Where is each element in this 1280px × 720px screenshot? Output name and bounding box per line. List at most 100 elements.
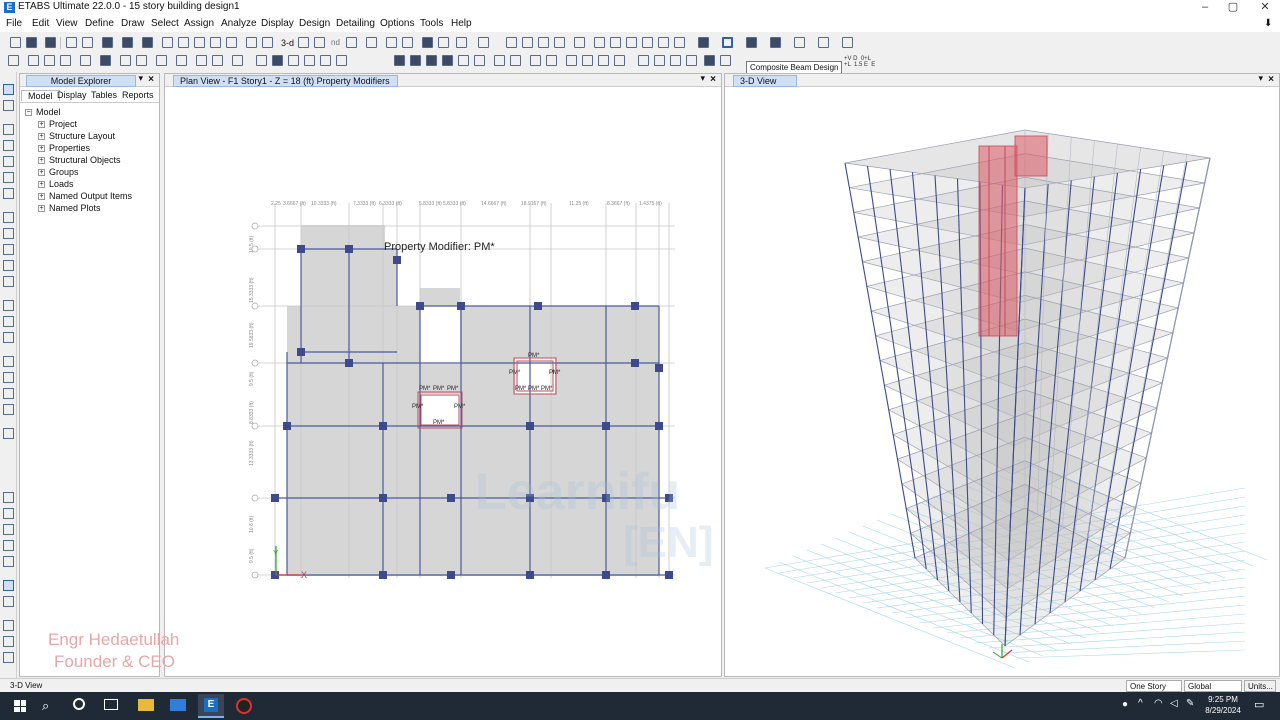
3d-view-canvas[interactable] bbox=[725, 88, 1279, 676]
assign-diaphragm-icon[interactable] bbox=[336, 55, 347, 66]
draw-area-tool-icon[interactable] bbox=[3, 316, 14, 327]
tree-item-named-plots[interactable]: + Named Plots bbox=[38, 203, 101, 213]
assign-shell-icon[interactable] bbox=[288, 55, 299, 66]
draw-rectangle-icon[interactable] bbox=[3, 228, 14, 239]
units-button[interactable]: Units... bbox=[1244, 680, 1276, 692]
plan-view-panel[interactable]: Plan View - F1 Story1 - Z = 18 (ft) Prop… bbox=[164, 73, 722, 677]
draw-area-icon[interactable] bbox=[626, 37, 637, 48]
snap-extension-icon[interactable] bbox=[3, 636, 14, 647]
view-options-icon[interactable] bbox=[366, 37, 377, 48]
draw-grid-tool-icon[interactable] bbox=[3, 372, 14, 383]
snap-intersections-icon[interactable] bbox=[3, 524, 14, 535]
move-down-story-icon[interactable] bbox=[402, 37, 413, 48]
tree-item-project[interactable]: + Project bbox=[38, 119, 77, 129]
assign-frame-icon[interactable] bbox=[272, 55, 283, 66]
mesh-icon[interactable] bbox=[232, 55, 243, 66]
draw-frame-icon[interactable] bbox=[506, 37, 517, 48]
show-forces-icon[interactable] bbox=[654, 55, 665, 66]
merge-icon[interactable] bbox=[196, 55, 207, 66]
draw-floor-icon[interactable] bbox=[3, 212, 14, 223]
shear-wall-design-icon[interactable] bbox=[770, 37, 781, 48]
snap-parallel-icon[interactable] bbox=[3, 652, 14, 663]
split-icon[interactable] bbox=[136, 55, 147, 66]
volume-icon[interactable]: ◁ bbox=[1170, 698, 1178, 709]
draw-link-icon[interactable] bbox=[3, 356, 14, 367]
composite-beam-design-icon[interactable] bbox=[722, 37, 733, 48]
draw-brace-tool-icon[interactable] bbox=[3, 172, 14, 183]
draw-beam-icon[interactable] bbox=[538, 37, 549, 48]
snap-perpendicular-icon[interactable] bbox=[3, 540, 14, 551]
pier-label-icon[interactable] bbox=[582, 55, 593, 66]
draw-column-tool-icon[interactable] bbox=[3, 156, 14, 167]
menu-help[interactable]: Help bbox=[451, 18, 472, 29]
recorder-icon[interactable] bbox=[236, 698, 252, 714]
nd-label[interactable]: nd bbox=[331, 38, 340, 47]
snap-points-icon[interactable] bbox=[3, 492, 14, 503]
story-selector[interactable]: One Story bbox=[1126, 680, 1182, 692]
steel-frame-design-icon[interactable] bbox=[698, 37, 709, 48]
snap-fine-grid-icon[interactable] bbox=[3, 596, 14, 607]
undo-icon[interactable] bbox=[66, 37, 77, 48]
3d-view-menu-icon[interactable]: ▾ bbox=[1258, 73, 1263, 84]
clock-time[interactable]: 9:25 PM bbox=[1200, 695, 1246, 704]
load-pattern-icon[interactable] bbox=[494, 55, 505, 66]
diaphragm-icon[interactable] bbox=[566, 55, 577, 66]
spandrel-label-icon[interactable] bbox=[598, 55, 609, 66]
minimize-button[interactable]: – bbox=[1190, 0, 1220, 16]
draw-wall-icon[interactable] bbox=[574, 37, 585, 48]
menu-options[interactable]: Options bbox=[380, 18, 414, 29]
xy-view-icon[interactable] bbox=[298, 37, 309, 48]
assign-joint-icon[interactable] bbox=[256, 55, 267, 66]
show-tables-icon[interactable] bbox=[704, 55, 715, 66]
extrude-icon[interactable] bbox=[156, 55, 167, 66]
menu-view[interactable]: View bbox=[56, 18, 78, 29]
menu-display[interactable]: Display bbox=[261, 18, 294, 29]
show-plot-icon[interactable] bbox=[720, 55, 731, 66]
show-results-icon[interactable] bbox=[638, 55, 649, 66]
spring-property-icon[interactable] bbox=[474, 55, 485, 66]
join-icon[interactable] bbox=[212, 55, 223, 66]
people-icon[interactable]: ● bbox=[1122, 699, 1128, 710]
menu-file[interactable]: File bbox=[6, 18, 22, 29]
mail-icon[interactable] bbox=[170, 699, 186, 711]
menu-select[interactable]: Select bbox=[151, 18, 179, 29]
replicate-icon[interactable] bbox=[60, 55, 71, 66]
close-button[interactable]: ✕ bbox=[1250, 0, 1280, 16]
pen-icon[interactable]: ✎ bbox=[1186, 698, 1194, 709]
pan-icon[interactable] bbox=[246, 37, 257, 48]
draw-column-icon[interactable] bbox=[522, 37, 533, 48]
draw-dimension-line-icon[interactable] bbox=[3, 428, 14, 439]
task-view-icon[interactable] bbox=[104, 699, 118, 710]
draw-wall-tool-icon[interactable] bbox=[3, 276, 14, 287]
tray-chevron-icon[interactable]: ^ bbox=[1138, 698, 1143, 709]
check-icon[interactable] bbox=[8, 55, 19, 66]
menu-design[interactable]: Design bbox=[299, 18, 330, 29]
save-icon[interactable] bbox=[45, 37, 56, 48]
delete-icon[interactable] bbox=[100, 55, 111, 66]
restore-full-view-icon[interactable] bbox=[178, 37, 189, 48]
tree-item-structure-layout[interactable]: + Structure Layout bbox=[38, 131, 115, 141]
draw-tendon-icon[interactable] bbox=[3, 404, 14, 415]
maximize-button[interactable]: ▢ bbox=[1218, 0, 1248, 16]
clock-date[interactable]: 8/29/2024 bbox=[1200, 706, 1246, 715]
run-analysis-icon[interactable] bbox=[142, 37, 153, 48]
link-property-icon[interactable] bbox=[458, 55, 469, 66]
download-icon[interactable]: ⬇ bbox=[1264, 18, 1272, 29]
menu-detailing[interactable]: Detailing bbox=[336, 18, 375, 29]
slab-design-icon[interactable] bbox=[794, 37, 805, 48]
lock-icon[interactable] bbox=[122, 37, 133, 48]
show-stresses-icon[interactable] bbox=[670, 55, 681, 66]
assign-load-icon[interactable] bbox=[304, 55, 315, 66]
object-shrink-icon[interactable] bbox=[478, 37, 489, 48]
tree-item-properties[interactable]: + Properties bbox=[38, 143, 90, 153]
reshape-icon[interactable] bbox=[3, 100, 14, 111]
plan-view-canvas[interactable]: 2.25 3.6667 (ft) 10.3333 (ft) 7.3333 (ft… bbox=[165, 88, 721, 676]
cut-icon[interactable] bbox=[80, 55, 91, 66]
draw-beam-tool-icon[interactable] bbox=[3, 140, 14, 151]
tree-item-named-output-items[interactable]: + Named Output Items bbox=[38, 191, 132, 201]
snap-lines-icon[interactable] bbox=[3, 556, 14, 567]
close-plan-view-button[interactable]: × bbox=[710, 74, 716, 85]
draw-shell-icon[interactable] bbox=[3, 300, 14, 311]
plan-view-menu-icon[interactable]: ▾ bbox=[700, 73, 705, 84]
draw-opening-icon[interactable] bbox=[610, 37, 621, 48]
